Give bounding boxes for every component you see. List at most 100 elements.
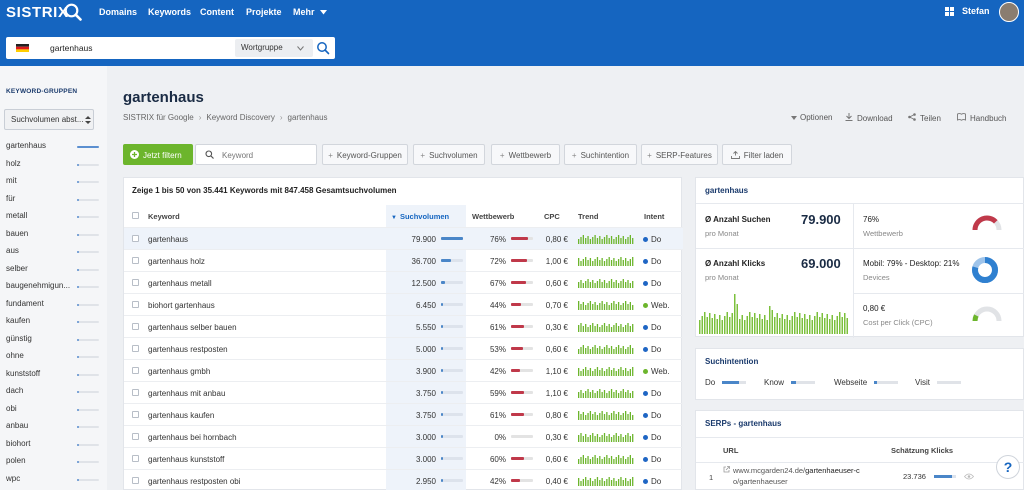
row-checkbox[interactable] (132, 235, 139, 242)
download-action[interactable]: Download (845, 113, 893, 123)
volume-bar (441, 457, 463, 460)
table-row[interactable]: gartenhaus holz 36.700 72% 1,00 € Do (124, 249, 683, 271)
breadcrumb-item[interactable]: Keyword Discovery (206, 113, 274, 122)
row-checkbox[interactable] (132, 279, 139, 286)
options-action[interactable]: Optionen (791, 113, 832, 122)
table-row[interactable]: gartenhaus restposten obi 2.950 42% 0,40 € D… (124, 469, 683, 490)
sidebar-item-10[interactable]: kaufen (6, 316, 102, 332)
keyword-groups-filter-button[interactable]: + Keyword-Gruppen (322, 144, 408, 165)
sidebar-item-8[interactable]: baugenehmigun... (6, 281, 102, 297)
sidebar-item-3[interactable]: für (6, 194, 102, 210)
nav-keywords[interactable]: Keywords (148, 7, 191, 17)
table-row[interactable]: gartenhaus selber bauen 5.550 61% 0,30 € Do (124, 315, 683, 337)
keyword-cell[interactable]: gartenhaus restposten (148, 345, 228, 354)
keyword-cell[interactable]: gartenhaus metall (148, 279, 212, 288)
sidebar-item-14[interactable]: dach (6, 386, 102, 402)
table-row[interactable]: biohort gartenhaus 6.450 44% 0,70 € Web. (124, 293, 683, 315)
nav-content[interactable]: Content (200, 7, 234, 17)
keyword-cell[interactable]: gartenhaus restposten obi (148, 477, 241, 486)
keyword-cell[interactable]: gartenhaus kaufen (148, 411, 214, 420)
load-filter-button[interactable]: Filter laden (722, 144, 792, 165)
sidebar-item-9[interactable]: fundament (6, 299, 102, 315)
keyword-filter-input[interactable] (222, 148, 312, 162)
keyword-cell[interactable]: gartenhaus gmbh (148, 367, 210, 376)
avatar[interactable] (999, 2, 1019, 22)
row-checkbox[interactable] (132, 367, 139, 374)
sidebar-item-17[interactable]: biohort (6, 439, 102, 455)
keyword-cell[interactable]: gartenhaus (148, 235, 188, 244)
keyword-cell[interactable]: gartenhaus mit anbau (148, 389, 225, 398)
user-menu[interactable]: Stefan (945, 6, 990, 16)
table-row[interactable]: gartenhaus mit anbau 3.750 59% 1,10 € Do (124, 381, 683, 403)
keyword-cell[interactable]: gartenhaus holz (148, 257, 205, 266)
search-volume-filter-button[interactable]: + Suchvolumen (413, 144, 485, 165)
row-checkbox[interactable] (132, 323, 139, 330)
sidebar-item-2[interactable]: mit (6, 176, 102, 192)
column-header-intent[interactable]: Intent (644, 212, 664, 221)
row-checkbox[interactable] (132, 301, 139, 308)
table-row[interactable]: gartenhaus restposten 5.000 53% 0,60 € Do (124, 337, 683, 359)
column-header-keyword[interactable]: Keyword (148, 212, 180, 221)
sidebar-item-7[interactable]: selber (6, 264, 102, 280)
sidebar-item-4[interactable]: metall (6, 211, 102, 227)
sidebar-item-12[interactable]: ohne (6, 351, 102, 367)
search-icon[interactable] (316, 41, 330, 55)
sidebar-item-6[interactable]: aus (6, 246, 102, 262)
row-checkbox[interactable] (132, 345, 139, 352)
row-checkbox[interactable] (132, 411, 139, 418)
keyword-cell[interactable]: gartenhaus selber bauen (148, 323, 237, 332)
column-header-volume[interactable]: ▼ Suchvolumen (391, 212, 449, 221)
external-link-icon[interactable] (723, 466, 730, 473)
search-bar: Wortgruppe (6, 37, 335, 59)
search-intent-filter-button[interactable]: + Suchintention (564, 144, 637, 165)
history-bar (749, 312, 751, 334)
table-row[interactable]: gartenhaus kaufen 3.750 61% 0,80 € Do (124, 403, 683, 425)
volume-cell: 3.000 (415, 433, 436, 442)
select-all-checkbox[interactable] (132, 212, 139, 219)
table-row[interactable]: gartenhaus 79.900 76% 0,80 € Do (124, 227, 683, 249)
sidebar-item-13[interactable]: kunststoff (6, 369, 102, 385)
sidebar-item-0[interactable]: gartenhaus (6, 141, 102, 157)
row-checkbox[interactable] (132, 433, 139, 440)
keyword-cell[interactable]: gartenhaus kunststoff (148, 455, 224, 464)
search-input[interactable] (50, 40, 230, 56)
table-row[interactable]: gartenhaus metall 12.500 67% 0,60 € Do (124, 271, 683, 293)
sidebar-item-16[interactable]: anbau (6, 421, 102, 437)
sidebar-item-15[interactable]: obi (6, 404, 102, 420)
column-header-competition[interactable]: Wettbewerb (472, 212, 514, 221)
table-row[interactable]: gartenhaus bei hornbach 3.000 0% 0,30 € Do (124, 425, 683, 447)
apply-filter-button[interactable]: Jetzt filtern (123, 144, 193, 165)
column-header-trend[interactable]: Trend (578, 212, 598, 221)
row-checkbox[interactable] (132, 389, 139, 396)
row-checkbox[interactable] (132, 257, 139, 264)
share-action[interactable]: Teilen (908, 113, 941, 123)
table-row[interactable]: gartenhaus gmbh 3.900 42% 1,10 € Web. (124, 359, 683, 381)
sidebar-item-11[interactable]: günstig (6, 334, 102, 350)
help-button[interactable]: ? (996, 455, 1020, 479)
eye-icon[interactable] (964, 473, 974, 480)
breadcrumb-item[interactable]: SISTRIX für Google (123, 113, 194, 122)
search-mode-select[interactable]: Wortgruppe (235, 39, 313, 57)
sidebar-sort-select[interactable]: Suchvolumen abst... (4, 109, 94, 130)
logo[interactable]: SISTRIX (6, 4, 69, 21)
nav-domains[interactable]: Domains (99, 7, 137, 17)
serp-features-filter-button[interactable]: + SERP-Features (641, 144, 718, 165)
germany-flag-icon[interactable] (16, 44, 29, 52)
sidebar-item-19[interactable]: wpc (6, 474, 102, 490)
nav-mehr[interactable]: Mehr (293, 7, 328, 17)
table-row[interactable]: gartenhaus kunststoff 3.000 60% 0,60 € Do (124, 447, 683, 469)
competition-filter-button[interactable]: + Wettbewerb (491, 144, 560, 165)
sidebar-item-1[interactable]: holz (6, 159, 102, 175)
row-checkbox[interactable] (132, 455, 139, 462)
row-checkbox[interactable] (132, 477, 139, 484)
serp-url[interactable]: www.mcgarden24.de/gartenhaeuser-c (733, 466, 860, 475)
column-header-cpc[interactable]: CPC (544, 212, 560, 221)
sidebar-item-18[interactable]: polen (6, 456, 102, 472)
keyword-cell[interactable]: gartenhaus bei hornbach (148, 433, 237, 442)
manual-action[interactable]: Handbuch (957, 113, 1006, 123)
sidebar-item-5[interactable]: bauen (6, 229, 102, 245)
nav-projekte[interactable]: Projekte (246, 7, 282, 17)
trend-bar (599, 303, 601, 310)
keyword-cell[interactable]: biohort gartenhaus (148, 301, 215, 310)
nav-mehr-label: Mehr (293, 7, 315, 17)
